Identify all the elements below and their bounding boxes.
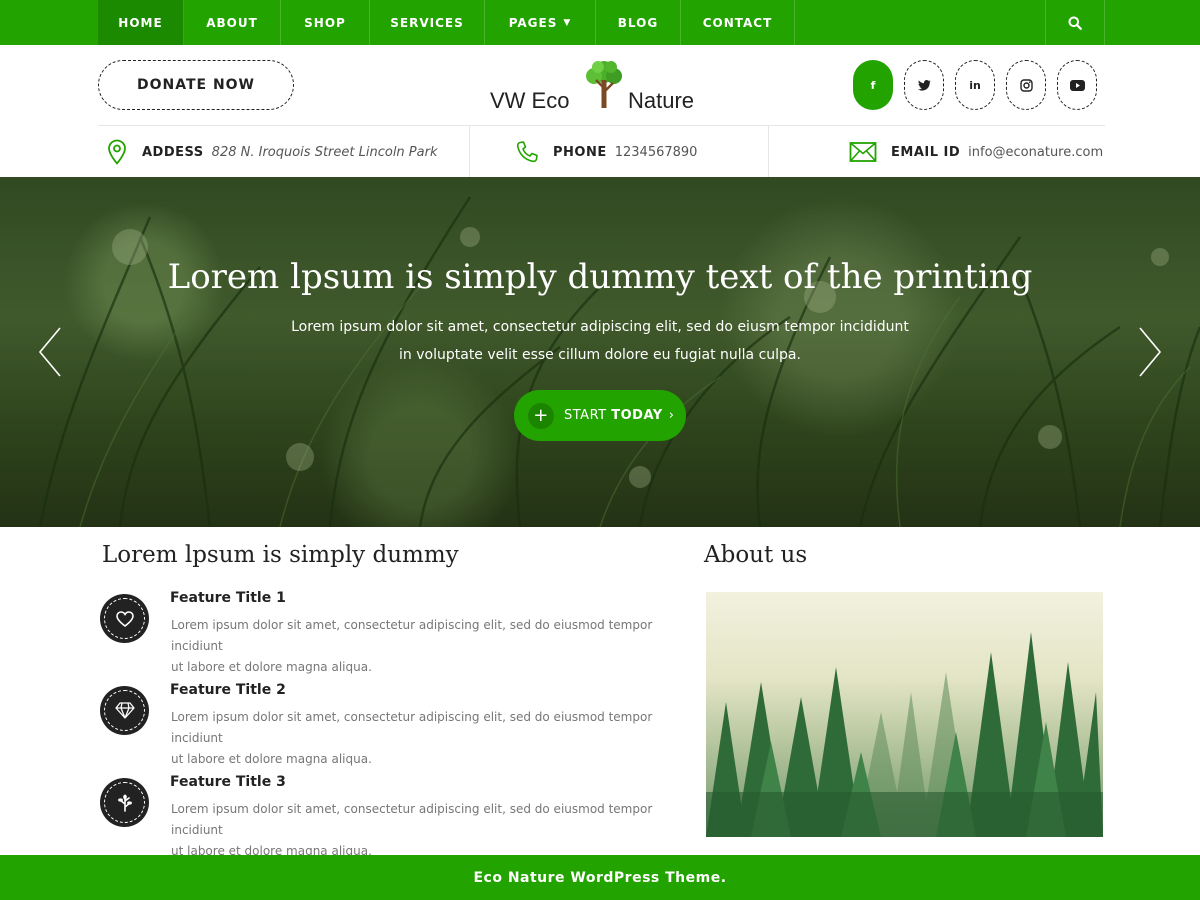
linkedin-button[interactable]: in: [955, 60, 995, 110]
top-navigation: HOME ABOUT SHOP SERVICES PAGES ▼ BLOG CON…: [0, 0, 1200, 45]
facebook-icon: f: [870, 78, 876, 92]
hero-title: Lorem lpsum is simply dummy text of the …: [167, 257, 1033, 297]
forest-illustration: [706, 632, 1103, 837]
footer-text: Eco Nature WordPress Theme.: [473, 869, 727, 886]
instagram-button[interactable]: [1006, 60, 1046, 110]
search-icon: [1068, 16, 1082, 30]
footer: Eco Nature WordPress Theme.: [0, 855, 1200, 900]
divider: [768, 126, 769, 178]
nav-about-label: ABOUT: [206, 15, 258, 30]
location-pin-icon: [108, 139, 126, 165]
features-section-title: Lorem lpsum is simply dummy: [102, 542, 459, 568]
feature-text-2: Lorem ipsum dolor sit amet, consectetur …: [171, 707, 681, 770]
nav-pages[interactable]: PAGES ▼: [485, 0, 596, 45]
address-info: ADDESS 828 N. Iroquois Street Lincoln Pa…: [106, 126, 437, 178]
nav-contact[interactable]: CONTACT: [681, 0, 795, 45]
start-label: START: [564, 408, 607, 423]
facebook-button[interactable]: f: [853, 60, 893, 110]
feature-text-line: Lorem ipsum dolor sit amet, consectetur …: [171, 618, 653, 653]
phone-info: PHONE 1234567890: [515, 126, 697, 178]
phone-icon: [516, 141, 538, 163]
twitter-button[interactable]: [904, 60, 944, 110]
envelope-icon: [849, 142, 877, 162]
feature-text-line: ut labore et dolore magna aliqua.: [171, 660, 372, 674]
forest-image: [706, 592, 1103, 837]
hero-description-line: Lorem ipsum dolor sit amet, consectetur …: [291, 319, 909, 335]
prev-slide-arrow-icon[interactable]: [38, 327, 62, 377]
tree-icon: [586, 61, 622, 108]
feature-title-3: Feature Title 3: [170, 774, 286, 790]
nav-home[interactable]: HOME: [98, 0, 184, 45]
plus-icon: +: [528, 402, 554, 429]
hero-description-line: in voluptate velit esse cillum dolore eu…: [399, 347, 801, 363]
feature-icon-2: [100, 686, 149, 735]
donate-button[interactable]: DONATE NOW: [98, 60, 294, 110]
address-label: ADDESS: [142, 144, 204, 160]
feature-text-line: Lorem ipsum dolor sit amet, consectetur …: [171, 802, 653, 837]
next-slide-arrow-icon[interactable]: [1138, 327, 1162, 377]
nav-blog[interactable]: BLOG: [596, 0, 681, 45]
search-button[interactable]: [1045, 0, 1105, 45]
nav-shop[interactable]: SHOP: [281, 0, 370, 45]
divider: [469, 126, 470, 178]
phone-label: PHONE: [553, 144, 607, 160]
donate-label: DONATE NOW: [136, 77, 256, 93]
today-label: TODAY: [611, 408, 663, 423]
instagram-icon: [1019, 78, 1033, 92]
logo-text-left: VW Eco: [490, 88, 570, 113]
email-value: info@econature.com: [968, 144, 1104, 160]
dashed-ring: [104, 782, 145, 823]
start-today-button[interactable]: + START TODAY ›: [514, 390, 686, 441]
feature-title-1: Feature Title 1: [170, 590, 286, 606]
chevron-right-icon: ›: [668, 408, 675, 423]
feature-text-line: ut labore et dolore magna aliqua.: [171, 752, 372, 766]
nav-home-label: HOME: [118, 15, 163, 30]
youtube-button[interactable]: [1057, 60, 1097, 110]
about-section-title: About us: [704, 542, 808, 568]
nav-services-label: SERVICES: [390, 15, 464, 30]
start-today-label: START TODAY: [564, 408, 663, 423]
email-label: EMAIL ID: [891, 144, 961, 160]
nav-blog-label: BLOG: [617, 15, 659, 30]
feature-title-2: Feature Title 2: [170, 682, 286, 698]
dashed-ring: [104, 598, 145, 639]
site-logo[interactable]: VW Eco Nature: [490, 58, 715, 118]
phone-value: 1234567890: [614, 144, 698, 160]
nav-pages-label: PAGES: [508, 15, 558, 30]
nav-services[interactable]: SERVICES: [370, 0, 485, 45]
address-value: 828 N. Iroquois Street Lincoln Park: [211, 144, 438, 160]
logo-text-right: Nature: [628, 88, 695, 113]
dashed-ring: [104, 690, 145, 731]
youtube-icon: [1069, 79, 1085, 91]
feature-text-1: Lorem ipsum dolor sit amet, consectetur …: [171, 615, 681, 678]
contact-info-bar: ADDESS 828 N. Iroquois Street Lincoln Pa…: [98, 125, 1105, 178]
hero-description: Lorem ipsum dolor sit amet, consectetur …: [260, 313, 940, 369]
nav-contact-label: CONTACT: [702, 15, 773, 30]
feature-icon-1: [100, 594, 149, 643]
email-info: EMAIL ID info@econature.com: [849, 126, 1103, 178]
chevron-down-icon: ▼: [563, 17, 572, 28]
nav-shop-label: SHOP: [304, 15, 346, 30]
feature-text-3: Lorem ipsum dolor sit amet, consectetur …: [171, 799, 681, 862]
nav-about[interactable]: ABOUT: [184, 0, 281, 45]
linkedin-icon: in: [969, 78, 981, 92]
twitter-icon: [917, 79, 930, 91]
hero-slider: Lorem lpsum is simply dummy text of the …: [0, 177, 1200, 527]
feature-icon-3: [100, 778, 149, 827]
feature-text-line: Lorem ipsum dolor sit amet, consectetur …: [171, 710, 653, 745]
